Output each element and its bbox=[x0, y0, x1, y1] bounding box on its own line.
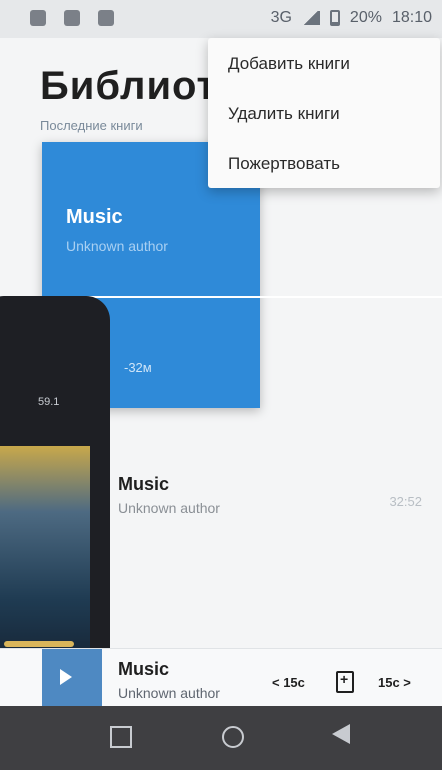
notification-icons bbox=[30, 10, 114, 26]
recent-book-title: Music bbox=[66, 206, 123, 228]
menu-item-delete-books[interactable]: Удалить книги bbox=[228, 104, 340, 124]
overflow-menu: Добавить книги Удалить книги Пожертвоват… bbox=[208, 38, 440, 188]
status-bar: 3G 20% 18:10 bbox=[0, 0, 442, 38]
phone-screen bbox=[0, 446, 90, 666]
play-icon bbox=[60, 669, 72, 685]
clock: 18:10 bbox=[391, 9, 432, 26]
system-nav-bar bbox=[0, 706, 442, 770]
rewind-15-button[interactable]: < 15с bbox=[272, 675, 305, 690]
menu-item-donate[interactable]: Пожертвовать bbox=[228, 154, 340, 174]
back-icon[interactable] bbox=[332, 724, 350, 744]
status-indicators: 3G 20% 18:10 bbox=[271, 9, 432, 27]
player-cover[interactable] bbox=[42, 649, 102, 707]
book-author: Unknown author bbox=[118, 500, 220, 516]
recent-book-remaining: -32м bbox=[124, 360, 152, 375]
instagram-icon bbox=[64, 10, 80, 26]
battery-icon bbox=[329, 10, 340, 26]
book-list-item[interactable]: Music Unknown author 32:52 bbox=[118, 474, 442, 524]
recents-icon[interactable] bbox=[110, 726, 132, 748]
section-recent-books: Последние книги bbox=[40, 118, 143, 133]
book-duration: 32:52 bbox=[389, 494, 422, 509]
network-label: 3G bbox=[270, 9, 292, 26]
player-author: Unknown author bbox=[118, 685, 220, 701]
add-bookmark-icon[interactable] bbox=[336, 671, 354, 693]
recent-book-author: Unknown author bbox=[66, 238, 168, 254]
phone-photo-overlay: 59.1 bbox=[0, 296, 110, 704]
phone-progress bbox=[4, 641, 74, 647]
mini-player[interactable]: Music Unknown author < 15с 15с > bbox=[0, 648, 442, 707]
signal-icon bbox=[301, 11, 320, 25]
player-title: Music bbox=[118, 659, 170, 679]
battery-level: 20% bbox=[349, 9, 382, 26]
overlay-readout: 59.1 bbox=[38, 396, 60, 408]
home-icon[interactable] bbox=[222, 726, 244, 748]
forward-15-button[interactable]: 15с > bbox=[378, 675, 411, 690]
book-title: Music bbox=[118, 474, 170, 494]
image-icon bbox=[98, 10, 114, 26]
android-icon bbox=[30, 10, 46, 26]
menu-item-add-books[interactable]: Добавить книги bbox=[228, 54, 350, 74]
